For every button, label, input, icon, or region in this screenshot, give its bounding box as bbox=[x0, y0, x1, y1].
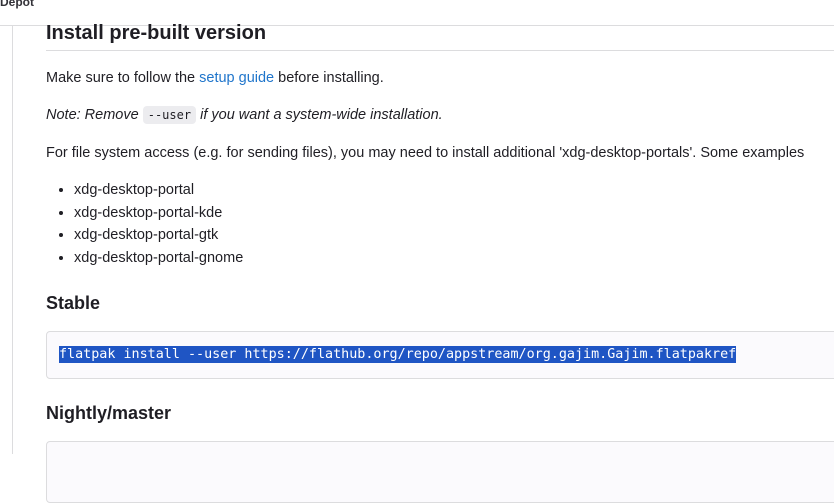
stable-code-block[interactable]: flatpak install --user https://flathub.o… bbox=[46, 331, 834, 379]
note-text-before: Note: Remove bbox=[46, 107, 143, 123]
intro-text-before: Make sure to follow the bbox=[46, 70, 200, 86]
file-access-paragraph: For file system access (e.g. for sending… bbox=[46, 145, 805, 161]
portal-list: xdg-desktop-portal xdg-desktop-portal-kd… bbox=[46, 179, 243, 269]
list-item: xdg-desktop-portal-kde bbox=[74, 202, 243, 225]
breadcrumb[interactable]: Depot bbox=[0, 0, 34, 9]
list-item: xdg-desktop-portal-gnome bbox=[74, 247, 243, 270]
setup-guide-link[interactable]: setup guide bbox=[199, 70, 274, 86]
nightly-code-block[interactable] bbox=[46, 441, 834, 503]
note-paragraph: Note: Remove --user if you want a system… bbox=[46, 105, 443, 125]
intro-text-after: before installing. bbox=[274, 70, 384, 86]
sidebar-divider bbox=[12, 26, 13, 454]
list-item: xdg-desktop-portal bbox=[74, 179, 243, 202]
nightly-heading: Nightly/master bbox=[46, 403, 172, 423]
stable-heading: Stable bbox=[46, 293, 101, 313]
intro-paragraph: Make sure to follow the setup guide befo… bbox=[46, 68, 384, 88]
list-item: xdg-desktop-portal-gtk bbox=[74, 224, 243, 247]
note-text-after: if you want a system-wide installation. bbox=[196, 107, 443, 123]
stable-command-selected[interactable]: flatpak install --user https://flathub.o… bbox=[59, 346, 737, 363]
heading-rule bbox=[46, 50, 834, 51]
user-flag-code: --user bbox=[142, 106, 197, 124]
section-title: Install pre-built version bbox=[46, 22, 267, 44]
